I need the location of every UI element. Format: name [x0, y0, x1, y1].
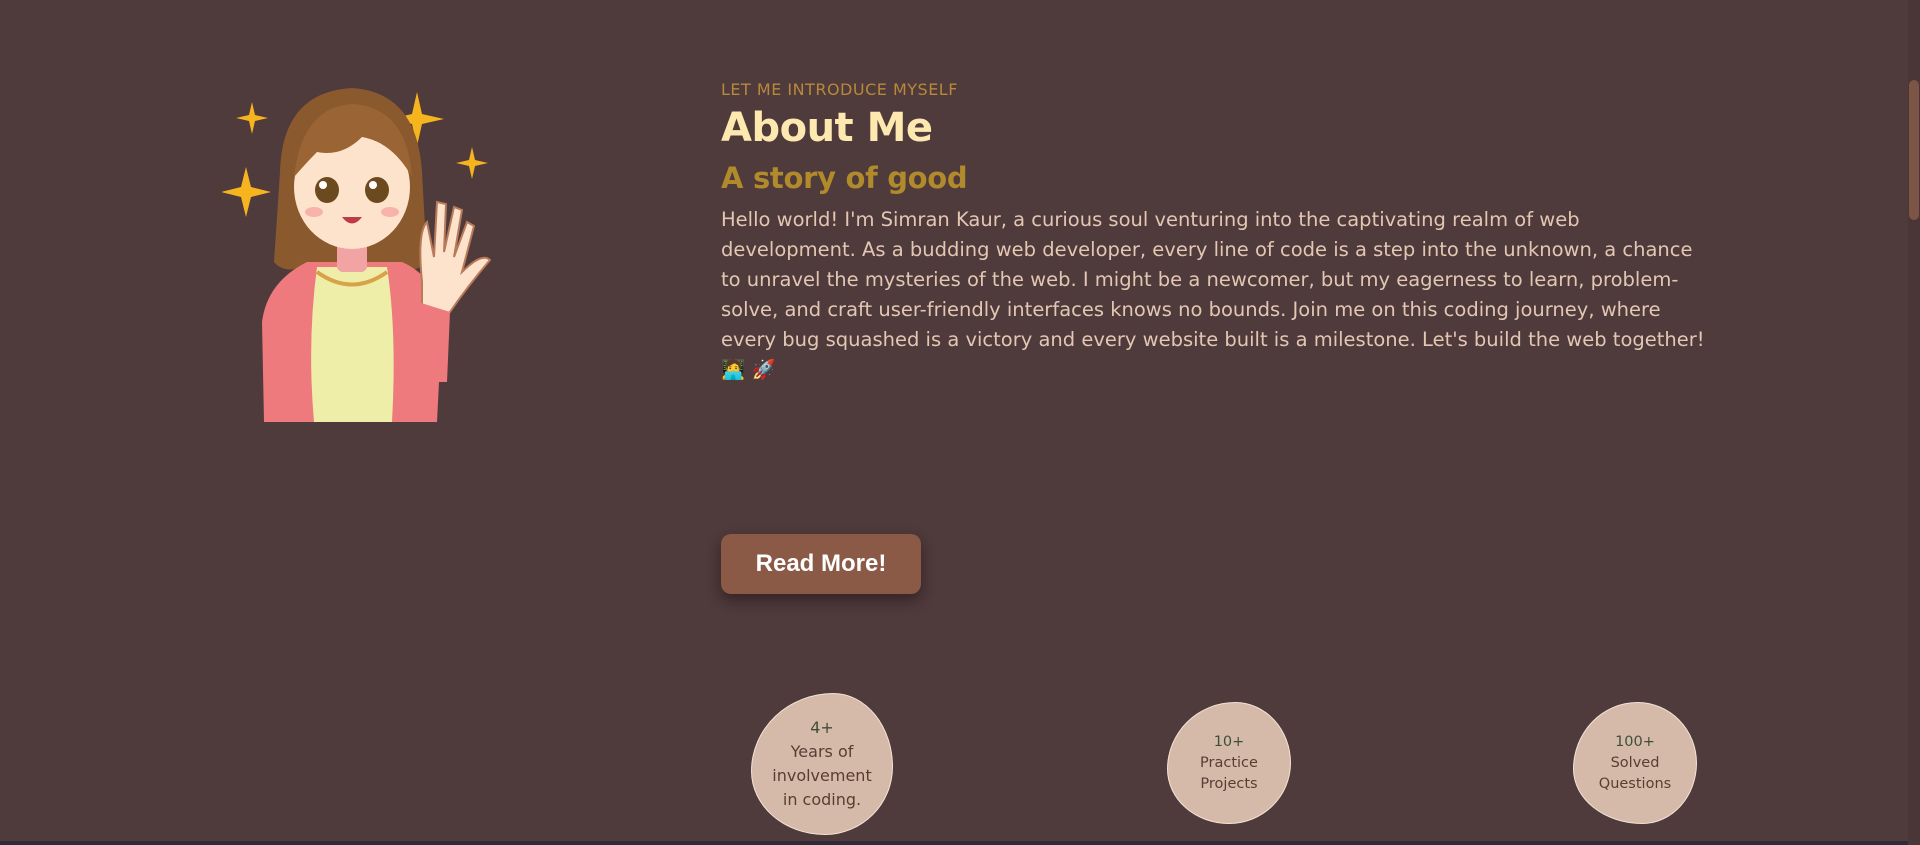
stat-label-line: Solved: [1610, 754, 1660, 771]
about-section: LET ME INTRODUCE MYSELF About Me A story…: [0, 0, 1920, 845]
bottom-divider: [0, 841, 1908, 845]
about-content: LET ME INTRODUCE MYSELF About Me A story…: [721, 80, 1711, 385]
stat-label-line: Practice: [1200, 754, 1258, 771]
page-title: About Me: [721, 105, 933, 151]
stat-value: 4+: [810, 718, 834, 737]
page-subtitle: A story of good: [721, 161, 968, 195]
stat-practice-projects: 10+ Practice Projects: [1167, 702, 1291, 824]
stat-value: 10+: [1213, 733, 1245, 750]
avatar-illustration: [222, 88, 492, 422]
stat-label-line: involvement: [772, 766, 872, 785]
about-paragraph: Hello world! I'm Simran Kaur, a curious …: [721, 208, 1705, 381]
section-kicker: LET ME INTRODUCE MYSELF: [721, 80, 958, 99]
stat-solved-questions: 100+ Solved Questions: [1573, 702, 1697, 824]
read-more-button[interactable]: Read More!: [721, 534, 921, 594]
scrollbar-thumb[interactable]: [1909, 80, 1919, 220]
stat-label-line: Projects: [1200, 775, 1258, 792]
stat-label-line: Years of: [790, 742, 854, 761]
stat-value: 100+: [1615, 733, 1655, 750]
stat-years-coding: 4+ Years of involvement in coding.: [751, 693, 893, 835]
page-scrollbar[interactable]: [1908, 0, 1920, 845]
stat-label-line: in coding.: [782, 790, 862, 809]
stat-label-line: Questions: [1598, 775, 1672, 792]
